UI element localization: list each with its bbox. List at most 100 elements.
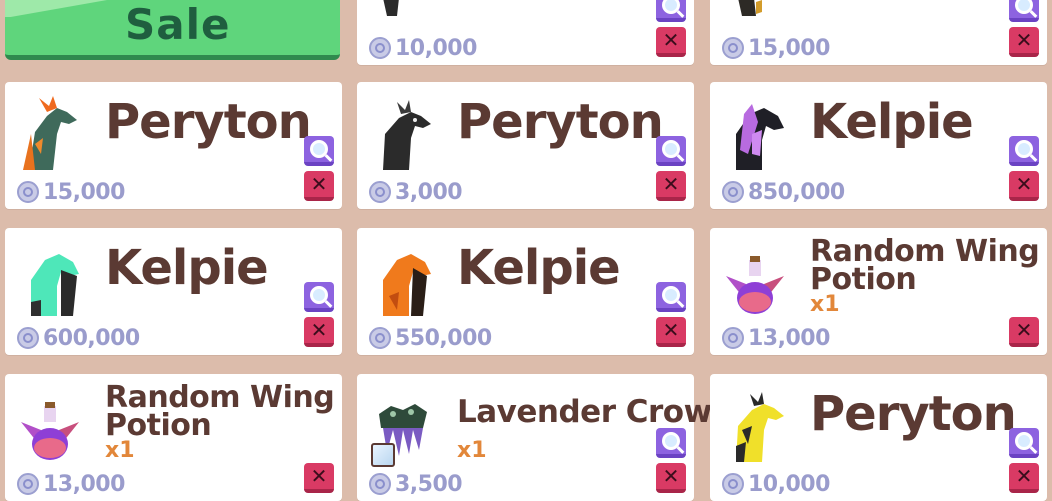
listing-title: Peryton	[457, 94, 664, 150]
listing-card: Random Wing Potion x1 13,000	[5, 374, 342, 501]
remove-button[interactable]	[1009, 463, 1039, 493]
kelpie-icon	[736, 104, 784, 170]
remove-button[interactable]	[304, 463, 334, 493]
listing-title: Kelpie	[810, 94, 974, 150]
coin-icon	[369, 181, 391, 203]
quantity-label: x1	[457, 438, 487, 463]
color-swatch-icon	[371, 443, 395, 467]
price-row: 15,000	[17, 179, 125, 205]
coin-icon	[17, 473, 39, 495]
coin-icon	[369, 327, 391, 349]
price-value: 13,000	[43, 471, 125, 497]
magnifier-icon	[662, 286, 680, 304]
kelpie-icon	[31, 254, 79, 316]
sale-button-label: Sale	[125, 0, 231, 49]
magnifier-icon	[310, 140, 328, 158]
peryton-icon	[383, 100, 431, 170]
price-row: 13,000	[722, 325, 830, 351]
remove-button[interactable]	[304, 317, 334, 347]
peryton-icon	[23, 96, 77, 170]
remove-button[interactable]	[656, 171, 686, 201]
price-row: 3,500	[369, 471, 463, 497]
price-row: 10,000	[722, 471, 830, 497]
remove-button[interactable]	[1009, 317, 1039, 347]
inspect-button[interactable]	[656, 428, 686, 458]
magnifier-icon	[310, 286, 328, 304]
listing-card: Peryton 15,000	[5, 82, 342, 209]
price-row: 550,000	[369, 325, 492, 351]
price-row: 15,000	[722, 35, 830, 61]
magnifier-icon	[1015, 432, 1033, 450]
listing-title: Random Wing Potion	[105, 383, 335, 443]
price-value: 15,000	[748, 35, 830, 61]
inspect-button[interactable]	[304, 282, 334, 312]
remove-button[interactable]	[1009, 27, 1039, 57]
inspect-button[interactable]	[656, 0, 686, 22]
listing-title-line: Potion	[105, 408, 212, 443]
price-row: 600,000	[17, 325, 140, 351]
inspect-button[interactable]	[1009, 428, 1039, 458]
price-value: 3,000	[395, 179, 463, 205]
magnifier-icon	[662, 432, 680, 450]
price-value: 10,000	[395, 35, 477, 61]
magnifier-icon	[1015, 140, 1033, 158]
potion-icon	[21, 402, 79, 460]
potion-icon	[726, 256, 784, 314]
inspect-button[interactable]	[304, 136, 334, 166]
listing-title: Peryton	[105, 94, 312, 150]
magnifier-icon	[662, 140, 680, 158]
listing-card: 10,000	[357, 0, 694, 65]
coin-icon	[722, 473, 744, 495]
listing-card: Lavender Crown x1 3,500	[357, 374, 734, 501]
coin-icon	[369, 473, 391, 495]
remove-button[interactable]	[656, 317, 686, 347]
inspect-button[interactable]	[1009, 136, 1039, 166]
listing-card: Peryton 10,000	[710, 374, 1047, 501]
remove-button[interactable]	[656, 27, 686, 57]
listing-title: Peryton	[810, 386, 1017, 442]
sale-button[interactable]: Sale	[5, 0, 340, 60]
price-value: 10,000	[748, 471, 830, 497]
inspect-button[interactable]	[1009, 0, 1039, 22]
listing-card: Random Wing Potion x1 13,000	[710, 228, 1047, 355]
coin-icon	[17, 181, 39, 203]
price-value: 850,000	[748, 179, 845, 205]
listing-title: Random Wing Potion	[810, 237, 1040, 297]
remove-button[interactable]	[656, 463, 686, 493]
coin-icon	[722, 327, 744, 349]
listing-card: Kelpie 850,000	[710, 82, 1047, 209]
remove-button[interactable]	[304, 171, 334, 201]
inspect-button[interactable]	[656, 282, 686, 312]
price-row: 10,000	[369, 35, 477, 61]
listing-title: Kelpie	[105, 240, 269, 296]
horse-thumbnail-icon	[383, 0, 399, 16]
price-value: 3,500	[395, 471, 463, 497]
coin-icon	[369, 37, 391, 59]
listing-card: Kelpie 600,000	[5, 228, 342, 355]
price-row: 3,000	[369, 179, 463, 205]
horse-thumbnail-icon	[738, 0, 762, 16]
listing-card: Peryton 3,000	[357, 82, 694, 209]
listing-title: Kelpie	[457, 240, 621, 296]
price-value: 15,000	[43, 179, 125, 205]
inspect-button[interactable]	[656, 136, 686, 166]
price-value: 13,000	[748, 325, 830, 351]
price-row: 13,000	[17, 471, 125, 497]
kelpie-icon	[383, 254, 431, 316]
listing-card: 15,000	[710, 0, 1047, 65]
listing-card: Kelpie 550,000	[357, 228, 694, 355]
quantity-label: x1	[810, 292, 840, 317]
coin-icon	[722, 181, 744, 203]
quantity-label: x1	[105, 438, 135, 463]
price-value: 550,000	[395, 325, 492, 351]
coin-icon	[17, 327, 39, 349]
listing-title-line: Potion	[810, 262, 917, 297]
coin-icon	[722, 37, 744, 59]
listing-title: Lavender Crown	[457, 394, 734, 430]
peryton-icon	[736, 392, 784, 462]
remove-button[interactable]	[1009, 171, 1039, 201]
price-value: 600,000	[43, 325, 140, 351]
price-row: 850,000	[722, 179, 845, 205]
magnifier-icon	[662, 0, 680, 14]
magnifier-icon	[1015, 0, 1033, 14]
